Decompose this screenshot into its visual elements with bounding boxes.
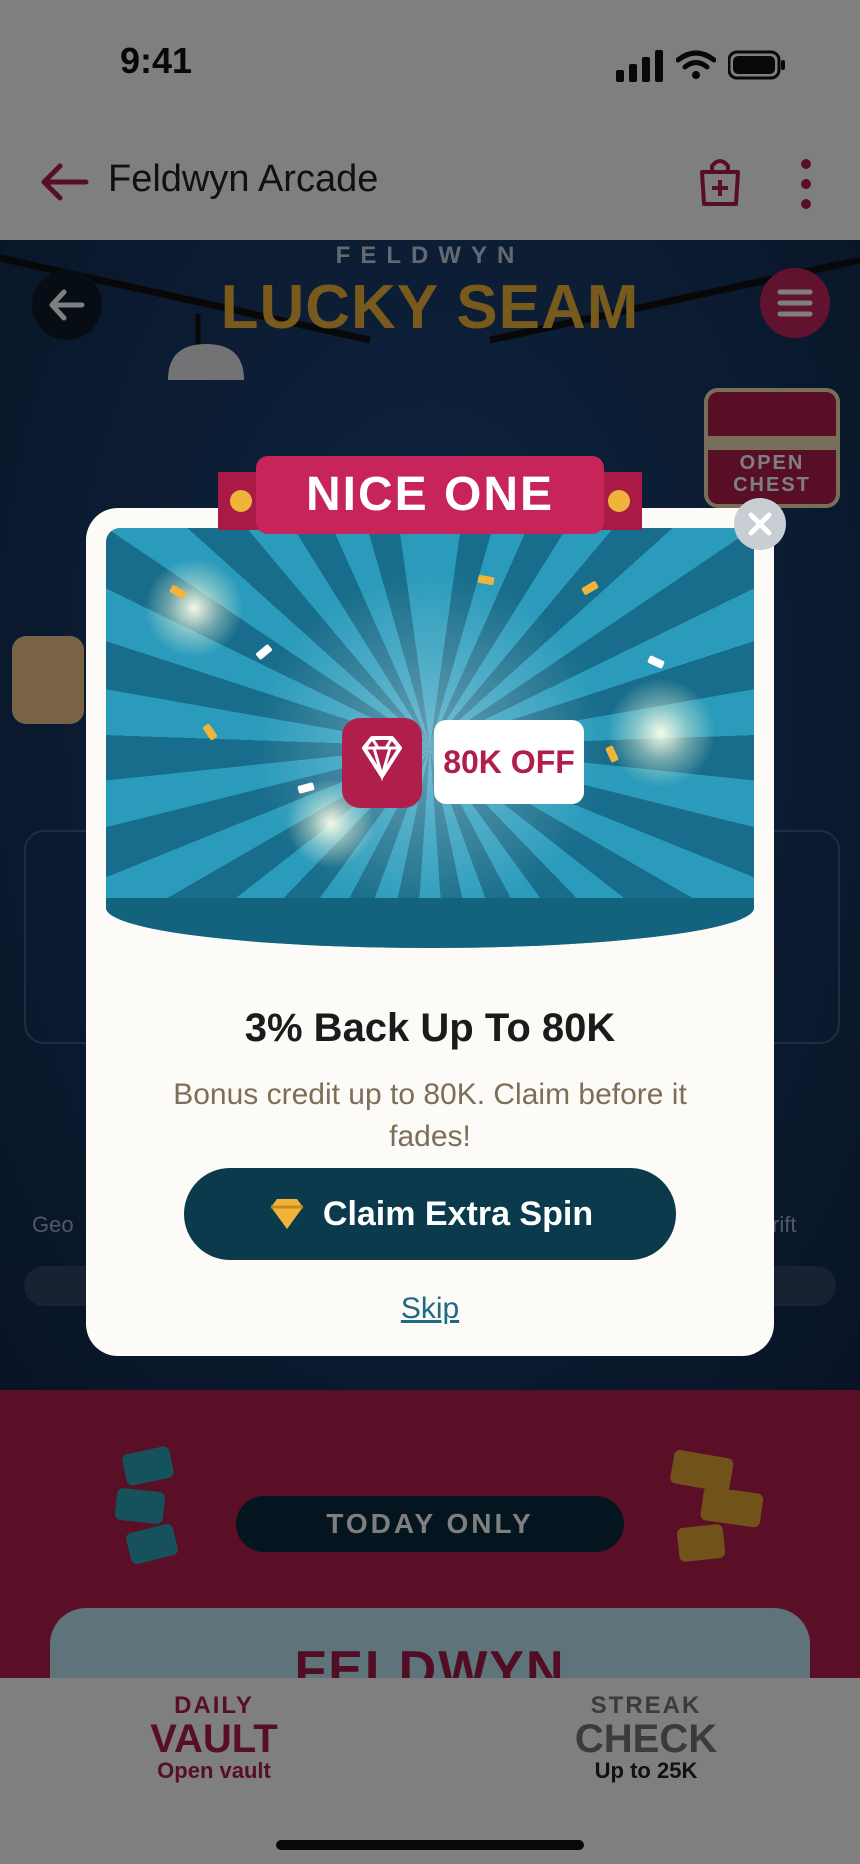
- ribbon-title: NICE ONE: [256, 456, 604, 534]
- skip-link[interactable]: Skip: [86, 1292, 774, 1326]
- reward-hero: 80K OFF: [106, 528, 754, 948]
- diamond-icon: [362, 736, 402, 782]
- reward-badge: 80K OFF: [434, 720, 584, 804]
- reward-modal: 80K OFF NICE ONE 3% Back Up To 80K Bonus…: [86, 456, 786, 1356]
- modal-description: Bonus credit up to 80K. Claim before it …: [173, 1078, 687, 1153]
- sparkle: [606, 678, 716, 788]
- claim-extra-spin-button[interactable]: Claim Extra Spin: [184, 1168, 676, 1260]
- sparkle: [144, 558, 244, 658]
- ribbon-dot: [608, 490, 630, 512]
- reward-icon-tile: [342, 718, 422, 808]
- close-icon: [748, 512, 772, 536]
- ribbon-dot: [230, 490, 252, 512]
- close-button[interactable]: [734, 498, 786, 550]
- claim-button-label: Claim Extra Spin: [322, 1194, 594, 1233]
- modal-title: 3% Back Up To 80K: [244, 1006, 616, 1050]
- gem-icon: [270, 1199, 303, 1229]
